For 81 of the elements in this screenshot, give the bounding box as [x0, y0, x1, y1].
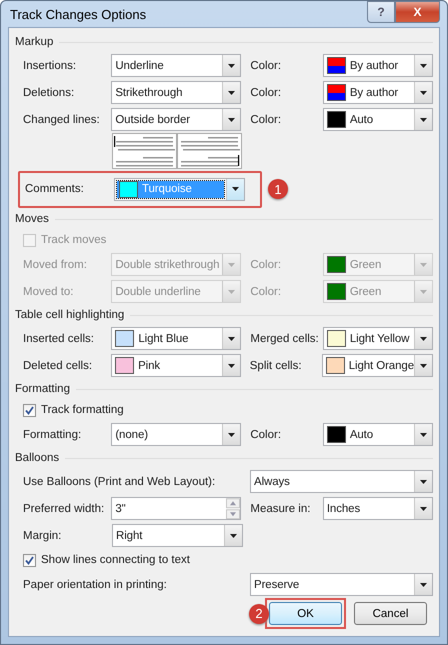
dropdown-arrow-icon: [228, 64, 236, 68]
field-label: Color:: [250, 60, 282, 72]
cancel-button[interactable]: Cancel: [354, 602, 427, 625]
dropdown-arrow-icon: [230, 534, 237, 538]
checkbox-label: Track formatting: [41, 404, 124, 416]
callout-badge: 2: [249, 604, 269, 624]
field-label: Moved to:: [23, 286, 74, 298]
field-label: Merged cells:: [250, 332, 320, 344]
dropdown-field[interactable]: Preserve: [250, 573, 433, 596]
field-label: Formatting:: [23, 428, 82, 440]
help-button[interactable]: ?: [367, 1, 395, 23]
dropdown-arrow-icon: [420, 262, 427, 266]
checkbox[interactable]: [23, 554, 36, 566]
dropdown-arrow-icon: [232, 187, 239, 191]
field-label: Moved from:: [23, 258, 88, 270]
dropdown-arrow-icon: [420, 64, 427, 68]
checkbox[interactable]: [23, 404, 36, 416]
field-label: Color:: [250, 114, 282, 126]
dropdown-field[interactable]: Strikethrough: [111, 81, 242, 104]
field-label: Color:: [250, 86, 282, 98]
section-heading: Balloons: [15, 452, 60, 464]
field-label: Color:: [250, 286, 282, 298]
field-label: Inserted cells:: [23, 332, 95, 344]
window-title: Track Changes Options: [9, 6, 146, 22]
dropdown-arrow-icon: [228, 336, 236, 340]
field-label: Deletions:: [23, 86, 76, 98]
dropdown-arrow-icon: [420, 582, 427, 586]
dropdown-arrow-icon: [228, 262, 236, 266]
dropdown-field[interactable]: Always: [250, 470, 433, 493]
page-preview-drawing: [112, 133, 177, 169]
dropdown-field[interactable]: (none): [111, 423, 242, 446]
dropdown-arrow-icon: [420, 336, 427, 340]
field-label: Changed lines:: [23, 114, 101, 126]
dropdown-field[interactable]: Inches: [322, 497, 433, 520]
dropdown-arrow-icon: [228, 290, 236, 294]
ok-button[interactable]: OK: [269, 602, 342, 625]
field-label: Color:: [250, 428, 282, 440]
dropdown-field[interactable]: Auto: [322, 423, 433, 446]
dropdown-field[interactable]: Light Yellow: [322, 327, 433, 350]
field-label: Measure in:: [250, 502, 312, 514]
dropdown-field[interactable]: By author: [322, 54, 433, 77]
spin-down-icon[interactable]: [226, 508, 240, 519]
dropdown-field[interactable]: Pink: [111, 354, 241, 377]
callout-badge: 1: [268, 179, 288, 199]
dropdown-arrow-icon: [420, 506, 427, 510]
checkbox-label: Show lines connecting to text: [41, 554, 190, 566]
dropdown-arrow-icon: [420, 480, 427, 484]
dropdown-arrow-icon: [228, 90, 236, 94]
dropdown-field[interactable]: Auto: [322, 108, 433, 131]
dropdown-arrow-icon: [420, 364, 427, 368]
field-label: Preferred width:: [23, 502, 106, 514]
dropdown-arrow-icon: [420, 290, 427, 294]
field-label: Margin:: [23, 530, 62, 542]
section-heading: Formatting: [15, 383, 70, 395]
dropdown-field[interactable]: Right: [112, 524, 243, 547]
spin-up-icon[interactable]: [226, 498, 240, 508]
section-heading: Markup: [15, 36, 54, 48]
dropdown-arrow-icon: [228, 432, 236, 436]
checkbox-label: Track moves: [41, 234, 106, 246]
dropdown-arrow-icon: [420, 432, 427, 436]
dropdown-field[interactable]: Underline: [111, 54, 242, 77]
dropdown-arrow-icon: [420, 90, 427, 94]
dropdown-field[interactable]: By author: [322, 81, 433, 104]
spin-field[interactable]: 3": [111, 497, 242, 520]
page-preview-drawing: [177, 133, 242, 169]
dropdown-arrow-icon: [420, 118, 427, 122]
field-label: Comments:: [25, 183, 85, 195]
field-label: Color:: [250, 258, 282, 270]
dropdown-field[interactable]: Outside border: [111, 108, 242, 131]
section-heading: Moves: [15, 213, 49, 225]
dropdown-arrow-icon: [228, 364, 235, 368]
dropdown-field[interactable]: Light Blue: [111, 327, 242, 350]
dropdown-field[interactable]: Light Orange: [322, 354, 433, 377]
field-label: Use Balloons (Print and Web Layout):: [23, 476, 216, 488]
field-label: Split cells:: [250, 360, 303, 372]
field-label: Paper orientation in printing:: [23, 578, 168, 590]
dropdown-arrow-icon: [228, 118, 236, 122]
field-label: Deleted cells:: [23, 360, 94, 372]
close-button[interactable]: X: [395, 1, 440, 23]
field-label: Insertions:: [23, 60, 78, 72]
section-heading: Table cell highlighting: [15, 309, 124, 321]
